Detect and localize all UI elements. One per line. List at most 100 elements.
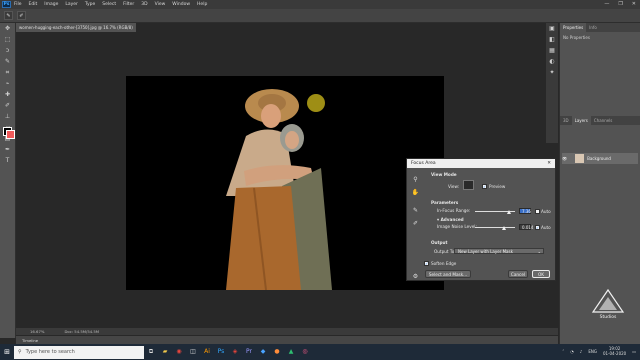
menu-edit[interactable]: Edit xyxy=(29,2,38,7)
noise-slider-thumb[interactable] xyxy=(501,226,506,230)
output-to-value: New Layer with Layer Mask xyxy=(458,249,513,254)
in-focus-value[interactable]: 7.36 xyxy=(519,208,531,214)
soften-edge-checkbox[interactable]: ✓ xyxy=(424,261,429,266)
store-icon[interactable]: ◫ xyxy=(186,344,200,360)
brush-tool-icon[interactable]: ✐ xyxy=(2,101,14,111)
in-focus-auto-checkbox[interactable] xyxy=(535,209,540,214)
tab-layers[interactable]: Layers xyxy=(571,116,591,125)
menu-file[interactable]: File xyxy=(14,2,22,7)
soften-edge-label: Soften Edge xyxy=(431,261,457,266)
menu-view[interactable]: View xyxy=(155,2,166,7)
status-bar: 16.67% Doc: 54.5M/54.5M xyxy=(16,328,558,335)
menu-type[interactable]: Type xyxy=(85,2,95,7)
menu-filter[interactable]: Filter xyxy=(123,2,134,7)
output-heading: Output xyxy=(431,240,448,245)
background-color-swatch[interactable] xyxy=(6,130,15,139)
photoshop-taskbar-icon[interactable]: Ps xyxy=(214,344,228,360)
in-focus-slider-thumb[interactable] xyxy=(507,210,511,214)
focus-area-dialog: Focus Area ✕ ⚲ ✋ ✎ ✐ ⚙ View Mode View: ✓… xyxy=(406,158,556,281)
menu-select[interactable]: Select xyxy=(102,2,116,7)
output-to-dropdown[interactable]: New Layer with Layer Mask ⌄ xyxy=(454,248,544,254)
noise-value[interactable]: 0.014 xyxy=(519,224,533,230)
menu-image[interactable]: Image xyxy=(44,2,58,7)
advanced-toggle[interactable]: ▾ Advanced xyxy=(437,217,464,222)
tab-info[interactable]: Info xyxy=(586,23,600,32)
studio-watermark-logo: Studios xyxy=(591,288,625,320)
windows-start-icon[interactable]: ⊞ xyxy=(0,344,14,360)
volume-icon[interactable]: ♪ xyxy=(580,349,583,354)
noise-label: Image Noise Level: xyxy=(437,224,477,229)
clone-stamp-icon[interactable]: ⊥ xyxy=(2,112,14,122)
tab-3d[interactable]: 3D xyxy=(560,116,572,125)
dialog-close-button[interactable]: ✕ xyxy=(547,161,551,166)
lasso-tool-icon[interactable]: ↄ xyxy=(2,46,14,56)
clock[interactable]: 19:02 01-04-2020 xyxy=(603,346,626,356)
photo-two-women-hugging xyxy=(226,89,332,290)
app-icon-green[interactable]: ▲ xyxy=(284,344,298,360)
history-icon[interactable]: ▣ xyxy=(546,24,558,34)
preview-label: Preview xyxy=(489,184,506,189)
file-explorer-icon[interactable]: ▰ xyxy=(158,344,172,360)
healing-tool-icon[interactable]: ✚ xyxy=(2,90,14,100)
swatches-icon[interactable]: ▦ xyxy=(546,46,558,56)
menu-help[interactable]: Help xyxy=(197,2,207,7)
ok-button[interactable]: OK xyxy=(532,270,550,278)
menu-3d[interactable]: 3D xyxy=(141,2,147,7)
app-icon-pink[interactable]: ◎ xyxy=(298,344,312,360)
quick-select-tool-icon[interactable]: ✎ xyxy=(2,57,14,67)
move-tool-icon[interactable]: ✥ xyxy=(2,24,14,34)
premiere-icon[interactable]: Pr xyxy=(242,344,256,360)
zoom-level[interactable]: 16.67% xyxy=(30,329,44,334)
subtract-focus-brush-icon[interactable]: ✐ xyxy=(411,219,420,228)
minimize-button[interactable]: — xyxy=(604,1,609,7)
notification-icon[interactable]: ▭ xyxy=(632,349,636,354)
preview-checkbox[interactable]: ✓ xyxy=(482,184,487,189)
tools-panel: ✥ ⬚ ↄ ✎ ⌗ ⌁ ✚ ✐ ⊥ ▱ ▤ ✒ T xyxy=(0,23,16,338)
brush-options-icon[interactable]: ✐ xyxy=(17,11,26,20)
tab-channels[interactable]: Channels xyxy=(591,116,616,125)
close-button[interactable]: ✕ xyxy=(632,1,636,7)
document-canvas[interactable] xyxy=(126,76,444,290)
select-and-mask-button[interactable]: Select and Mask... xyxy=(425,270,471,278)
noise-slider[interactable] xyxy=(475,227,515,228)
view-mode-thumbnail[interactable] xyxy=(463,180,474,190)
crop-tool-icon[interactable]: ⌗ xyxy=(2,68,14,78)
layer-row-background[interactable]: 👁 Background xyxy=(562,153,638,164)
type-tool-icon[interactable]: T xyxy=(2,156,14,166)
noise-auto-checkbox[interactable]: ✓ xyxy=(535,225,540,230)
add-focus-brush-icon[interactable]: ✎ xyxy=(411,206,420,215)
adjustments-icon[interactable]: ◐ xyxy=(546,57,558,67)
eye-icon[interactable]: 👁 xyxy=(562,156,567,161)
tray-chevron-icon[interactable]: ˄ xyxy=(562,349,564,354)
app-icon-red[interactable]: ◈ xyxy=(228,344,242,360)
chrome-icon[interactable]: ◉ xyxy=(172,344,186,360)
eyedropper-tool-icon[interactable]: ⌁ xyxy=(2,79,14,89)
tab-properties[interactable]: Properties xyxy=(560,23,587,32)
maximize-button[interactable]: ❐ xyxy=(618,1,622,7)
language-indicator[interactable]: ENG xyxy=(588,349,597,354)
dialog-title-bar: Focus Area ✕ xyxy=(407,159,555,168)
menu-layer[interactable]: Layer xyxy=(65,2,78,7)
dialog-help-icon[interactable]: ⚙ xyxy=(411,272,420,281)
pen-tool-icon[interactable]: ✒ xyxy=(2,145,14,155)
illustrator-icon[interactable]: Ai xyxy=(200,344,214,360)
in-focus-auto-label: Auto xyxy=(541,209,551,214)
color-icon[interactable]: ◧ xyxy=(546,35,558,45)
no-properties-text: No Properties xyxy=(563,35,590,40)
brush-tool-icon[interactable]: ✎ xyxy=(4,11,13,20)
timeline-panel-tab[interactable]: Timeline xyxy=(16,336,558,344)
zoom-tool-icon[interactable]: ⚲ xyxy=(411,175,420,184)
hand-tool-icon[interactable]: ✋ xyxy=(411,188,420,197)
layer-thumbnail xyxy=(575,154,585,163)
menu-window[interactable]: Window xyxy=(172,2,190,7)
styles-icon[interactable]: ✦ xyxy=(546,68,558,78)
task-view-icon[interactable]: ⧉ xyxy=(144,344,158,360)
app-icon-orange[interactable]: ● xyxy=(270,344,284,360)
app-icon-blue[interactable]: ◆ xyxy=(256,344,270,360)
marquee-tool-icon[interactable]: ⬚ xyxy=(2,35,14,45)
view-label: View: xyxy=(448,184,460,189)
document-tab[interactable]: women-hugging-each-other-[3750].jpg @ 16… xyxy=(16,23,136,32)
cancel-button[interactable]: Cancel xyxy=(508,270,528,278)
network-icon[interactable]: ◔ xyxy=(570,349,574,354)
taskbar-search-input[interactable]: ⚲ Type here to search xyxy=(14,345,144,359)
